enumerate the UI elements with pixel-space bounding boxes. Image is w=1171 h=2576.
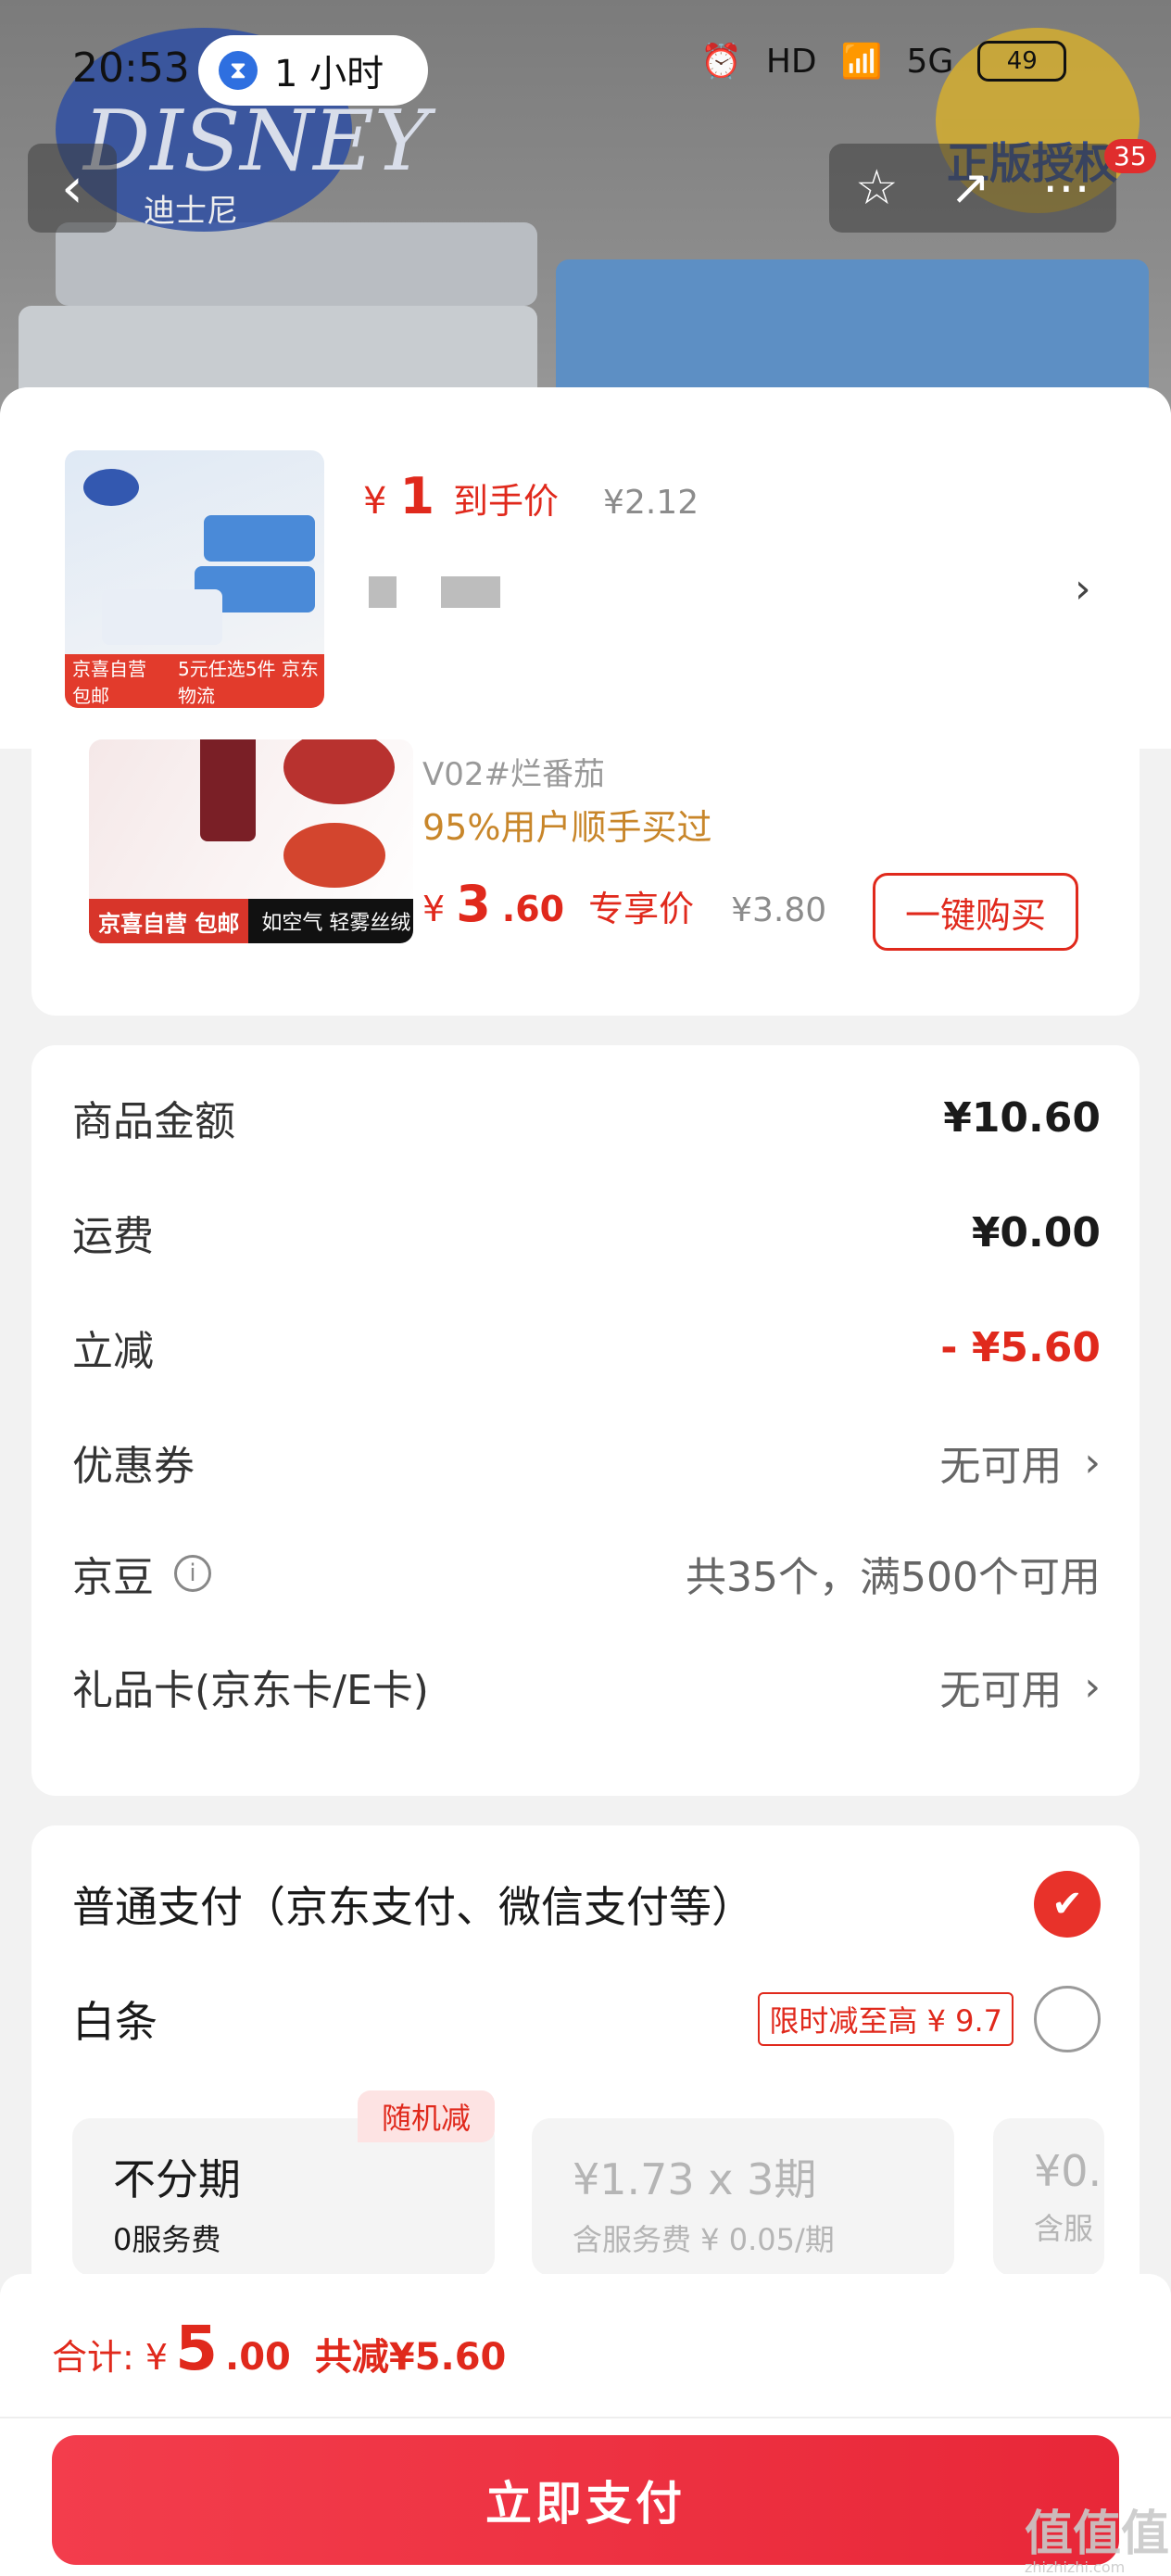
lipstick-image[interactable]: 京喜自营 包邮 如空气 轻雾丝绒 bbox=[89, 739, 413, 943]
info-icon[interactable]: i bbox=[174, 1555, 211, 1592]
recommend-sku: V02#烂番茄 bbox=[422, 756, 606, 793]
radio-button[interactable] bbox=[1034, 1986, 1101, 2052]
watermark: 值值值 zhizhizhi.com bbox=[1025, 2507, 1170, 2576]
installment-plan-3[interactable]: ¥1.73 x 3期 含服务费 ¥ 0.05/期 bbox=[532, 2118, 954, 2276]
recommend-price: ¥ 3.60 专享价 ¥3.80 bbox=[422, 875, 827, 933]
status-bar: 20:53 ⧗ 1 小时 ⏰ HD 📶 5G 49 bbox=[0, 0, 1171, 130]
tissue-pack bbox=[56, 222, 537, 306]
summary-row-discount: 立减 - ¥5.60 bbox=[72, 1323, 1101, 1376]
total-reduction: 共减¥5.60 bbox=[314, 2336, 507, 2379]
final-price: ¥ 1 到手价 ¥2.12 bbox=[363, 467, 699, 525]
signal-icon: 5G bbox=[906, 42, 954, 81]
hd-icon: HD bbox=[765, 42, 817, 81]
recommend-card: 京喜自营 包邮 如空气 轻雾丝绒 V02#烂番茄 95%用户顺手买过 ¥ 3.6… bbox=[31, 739, 1140, 1016]
baitiao-promo-badge: 限时减至高 ¥ 9.7 bbox=[758, 1992, 1014, 2046]
installment-plan-more[interactable]: ¥0. 含服 bbox=[993, 2118, 1104, 2276]
thumbnail-tag: 京喜自营 包邮 5元任选5件 京东物流 bbox=[65, 654, 324, 708]
share-icon[interactable]: ↗ bbox=[951, 160, 991, 216]
sku-selector-blurred[interactable] bbox=[369, 576, 500, 608]
screen-time-pill[interactable]: ⧗ 1 小时 bbox=[198, 35, 428, 106]
product-thumbnail[interactable]: 京喜自营 包邮 5元任选5件 京东物流 bbox=[65, 450, 324, 708]
check-icon[interactable]: ✔ bbox=[1034, 1871, 1101, 1938]
tissue-pack bbox=[102, 589, 222, 645]
screen-time-text: 1 小时 bbox=[274, 53, 384, 95]
clock: 20:53 bbox=[72, 44, 190, 92]
lip-swatch bbox=[283, 823, 385, 888]
order-summary: 商品金额 ¥10.60 运费 ¥0.00 立减 - ¥5.60 优惠券 无可用 ›… bbox=[31, 1045, 1140, 1796]
summary-row-jingdou: 京豆 i 共35个，满500个可用 bbox=[72, 1554, 1101, 1601]
one-click-buy-button[interactable]: 一键购买 bbox=[873, 873, 1078, 951]
recommend-original-price: ¥3.80 bbox=[731, 891, 827, 929]
lipstick-tube bbox=[200, 739, 256, 841]
alarm-icon: ⏰ bbox=[700, 43, 742, 81]
hourglass-icon: ⧗ bbox=[219, 51, 258, 90]
total-amount: 合计: ¥ 5.00 共减¥5.60 bbox=[52, 2313, 507, 2384]
back-button[interactable]: ‹ bbox=[28, 144, 117, 233]
original-price: ¥2.12 bbox=[603, 484, 699, 522]
chevron-right-icon: › bbox=[1084, 1438, 1101, 1486]
divider bbox=[0, 2417, 1171, 2418]
pay-now-button[interactable]: 立即支付 bbox=[52, 2435, 1119, 2565]
chevron-right-icon: › bbox=[1084, 1662, 1101, 1711]
disney-mini-logo bbox=[83, 469, 139, 506]
recommend-popularity: 95%用户顺手买过 bbox=[422, 807, 712, 848]
summary-row-coupon[interactable]: 优惠券 无可用 › bbox=[72, 1425, 1101, 1499]
payment-baitiao[interactable]: 白条 限时减至高 ¥ 9.7 bbox=[72, 1977, 1101, 2061]
summary-row-giftcard[interactable]: 礼品卡(京东卡/E卡) 无可用 › bbox=[72, 1649, 1101, 1724]
battery-icon: 49 bbox=[977, 41, 1067, 82]
cart-count-badge: 35 bbox=[1104, 139, 1156, 173]
chevron-right-icon[interactable]: › bbox=[1075, 565, 1091, 612]
random-discount-tag: 随机减 bbox=[358, 2090, 495, 2142]
wifi-icon: 📶 bbox=[840, 43, 883, 81]
top-actions: ☆ ↗ ⋯ bbox=[829, 144, 1116, 233]
summary-row-goods: 商品金额 ¥10.60 bbox=[72, 1093, 1101, 1146]
summary-row-shipping: 运费 ¥0.00 bbox=[72, 1208, 1101, 1261]
lip-swatch bbox=[283, 739, 395, 804]
tissue-pack bbox=[204, 515, 315, 562]
product-header: 京喜自营 包邮 5元任选5件 京东物流 ¥ 1 到手价 ¥2.12 › bbox=[0, 387, 1171, 749]
system-icons: ⏰ HD 📶 5G 49 bbox=[700, 41, 1067, 82]
payment-normal[interactable]: 普通支付（京东支付、微信支付等） ✔ bbox=[72, 1863, 1101, 1946]
more-icon[interactable]: ⋯ bbox=[1042, 160, 1090, 216]
image-tag: 京喜自营 包邮 如空气 轻雾丝绒 bbox=[89, 899, 413, 943]
chevron-left-icon: ‹ bbox=[61, 156, 83, 221]
favorite-icon[interactable]: ☆ bbox=[855, 160, 899, 216]
